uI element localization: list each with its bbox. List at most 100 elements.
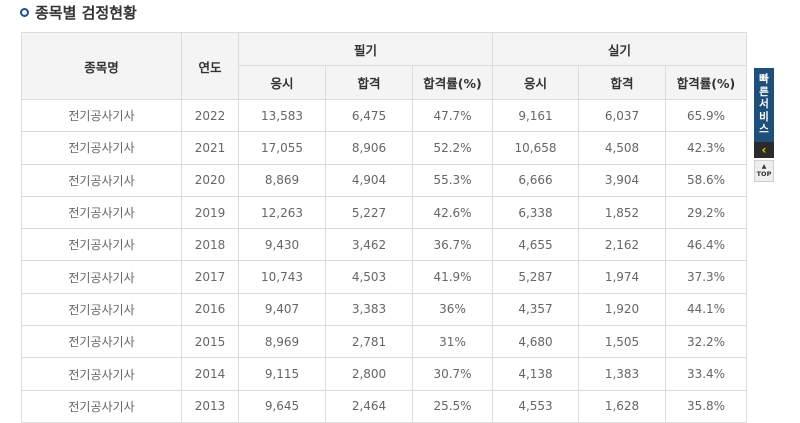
table-row: 전기공사기사 2017 10,743 4,503 41.9% 5,287 1,974 37.3… — [21, 260, 748, 294]
quick-service-char: 비 — [759, 110, 769, 123]
cell-written-pass-rate: 41.9% — [411, 260, 494, 294]
cell-practical-passed: 3,904 — [578, 163, 667, 197]
cell-written-passed: 3,462 — [325, 228, 413, 262]
cell-subject-name: 전기공사기사 — [21, 389, 182, 423]
header-written-passed: 합격 — [325, 65, 413, 100]
cell-practical-applicants: 4,680 — [492, 325, 580, 359]
cell-practical-pass-rate: 29.2% — [665, 195, 748, 230]
cell-written-applicants: 9,115 — [238, 357, 326, 391]
section-title-text: 종목별 검정현황 — [35, 3, 137, 22]
cell-year: 2022 — [181, 98, 239, 133]
header-written: 필기 — [237, 32, 494, 66]
cell-subject-name: 전기공사기사 — [21, 195, 182, 230]
cell-practical-applicants: 4,655 — [492, 228, 580, 262]
cell-year: 2021 — [181, 131, 239, 165]
cell-practical-passed: 6,037 — [578, 98, 667, 133]
header-written-pass-rate: 합격률(%) — [411, 65, 494, 100]
cell-written-passed: 6,475 — [325, 98, 413, 133]
cell-practical-pass-rate: 46.4% — [665, 228, 748, 262]
table-row: 전기공사기사 2013 9,645 2,464 25.5% 4,553 1,628 35.8% — [21, 389, 748, 423]
cell-practical-applicants: 4,138 — [492, 357, 580, 391]
cell-practical-pass-rate: 58.6% — [665, 163, 748, 197]
cell-practical-passed: 1,383 — [578, 357, 667, 391]
circle-bullet-icon — [20, 7, 29, 17]
cell-subject-name: 전기공사기사 — [21, 325, 182, 359]
cell-year: 2016 — [181, 292, 239, 327]
cell-written-passed: 5,227 — [325, 195, 413, 230]
header-subject-name: 종목명 — [21, 32, 182, 100]
cell-subject-name: 전기공사기사 — [21, 98, 182, 133]
cell-practical-passed: 2,162 — [578, 228, 667, 262]
header-practical: 실기 — [492, 32, 748, 66]
table-row: 전기공사기사 2019 12,263 5,227 42.6% 6,338 1,852 29.2… — [21, 195, 748, 230]
cell-practical-applicants: 6,338 — [492, 195, 580, 230]
cell-practical-pass-rate: 33.4% — [665, 357, 748, 391]
cell-written-pass-rate: 30.7% — [411, 357, 494, 391]
cell-written-passed: 4,904 — [325, 163, 413, 197]
header-practical-passed: 합격 — [578, 65, 667, 100]
cell-written-passed: 2,781 — [325, 325, 413, 359]
cell-practical-applicants: 5,287 — [492, 260, 580, 294]
cell-written-applicants: 8,869 — [238, 163, 326, 197]
cell-year: 2013 — [181, 389, 239, 423]
cell-practical-pass-rate: 44.1% — [665, 292, 748, 327]
cell-written-applicants: 8,969 — [238, 325, 326, 359]
cell-practical-pass-rate: 32.2% — [665, 325, 748, 359]
header-practical-applicants: 응시 — [492, 65, 580, 100]
cell-written-passed: 3,383 — [325, 292, 413, 327]
cell-practical-passed: 4,508 — [578, 131, 667, 165]
cell-year: 2015 — [181, 325, 239, 359]
quick-service-panel[interactable]: 빠 른 서 비 스 ‹ ▲ TOP — [754, 68, 774, 182]
header-written-applicants: 응시 — [238, 65, 326, 100]
cell-written-applicants: 10,743 — [238, 260, 326, 294]
cell-written-pass-rate: 36% — [411, 292, 494, 327]
table-row: 전기공사기사 2020 8,869 4,904 55.3% 6,666 3,904 58.6% — [21, 163, 748, 197]
quick-service-button[interactable]: 빠 른 서 비 스 ‹ — [754, 68, 774, 158]
cell-written-pass-rate: 47.7% — [411, 98, 494, 133]
table-row: 전기공사기사 2022 13,583 6,475 47.7% 9,161 6,037 65.9… — [21, 98, 748, 133]
cell-written-pass-rate: 36.7% — [411, 228, 494, 262]
quick-service-char: 서 — [759, 98, 769, 110]
cell-written-applicants: 17,055 — [238, 131, 326, 165]
quick-service-char: 스 — [759, 123, 769, 135]
cell-year: 2020 — [181, 163, 239, 197]
cell-practical-applicants: 9,161 — [492, 98, 580, 133]
header-practical-pass-rate: 합격률(%) — [665, 65, 748, 100]
cell-practical-passed: 1,974 — [578, 260, 667, 294]
cell-year: 2014 — [181, 357, 239, 391]
table-row: 전기공사기사 2021 17,055 8,906 52.2% 10,658 4,508 42.… — [21, 131, 748, 165]
cell-written-passed: 4,503 — [325, 260, 413, 294]
cell-subject-name: 전기공사기사 — [21, 228, 182, 262]
quick-service-char: 빠 — [759, 73, 769, 85]
cell-practical-pass-rate: 37.3% — [665, 260, 748, 294]
cell-year: 2018 — [181, 228, 239, 262]
chevron-left-icon[interactable]: ‹ — [754, 142, 774, 158]
cell-written-applicants: 9,407 — [238, 292, 326, 327]
cell-practical-applicants: 6,666 — [492, 163, 580, 197]
cell-written-pass-rate: 25.5% — [411, 389, 494, 423]
quick-service-char: 른 — [759, 85, 769, 98]
cell-subject-name: 전기공사기사 — [21, 292, 182, 327]
scroll-top-button[interactable]: ▲ TOP — [754, 160, 774, 182]
cell-written-applicants: 12,263 — [238, 195, 326, 230]
cell-written-pass-rate: 31% — [411, 325, 494, 359]
table-row: 전기공사기사 2014 9,115 2,800 30.7% 4,138 1,383 33.4% — [21, 357, 748, 391]
cell-practical-applicants: 4,357 — [492, 292, 580, 327]
cell-practical-pass-rate: 35.8% — [665, 389, 748, 423]
cell-subject-name: 전기공사기사 — [21, 260, 182, 294]
cell-written-pass-rate: 55.3% — [411, 163, 494, 197]
cell-practical-pass-rate: 42.3% — [665, 131, 748, 165]
cell-written-pass-rate: 42.6% — [411, 195, 494, 230]
cell-subject-name: 전기공사기사 — [21, 131, 182, 165]
header-year: 연도 — [181, 32, 239, 100]
table-row: 전기공사기사 2016 9,407 3,383 36% 4,357 1,920 44.1% — [21, 292, 748, 327]
cell-year: 2019 — [181, 195, 239, 230]
cell-written-passed: 2,464 — [325, 389, 413, 423]
cell-subject-name: 전기공사기사 — [21, 357, 182, 391]
cell-written-passed: 8,906 — [325, 131, 413, 165]
caret-up-icon: ▲ — [761, 163, 767, 170]
section-title: 종목별 검정현황 — [20, 2, 137, 22]
cell-written-pass-rate: 52.2% — [411, 131, 494, 165]
table-body: 전기공사기사 2022 13,583 6,475 47.7% 9,161 6,037 65.9… — [21, 98, 748, 423]
cell-written-passed: 2,800 — [325, 357, 413, 391]
